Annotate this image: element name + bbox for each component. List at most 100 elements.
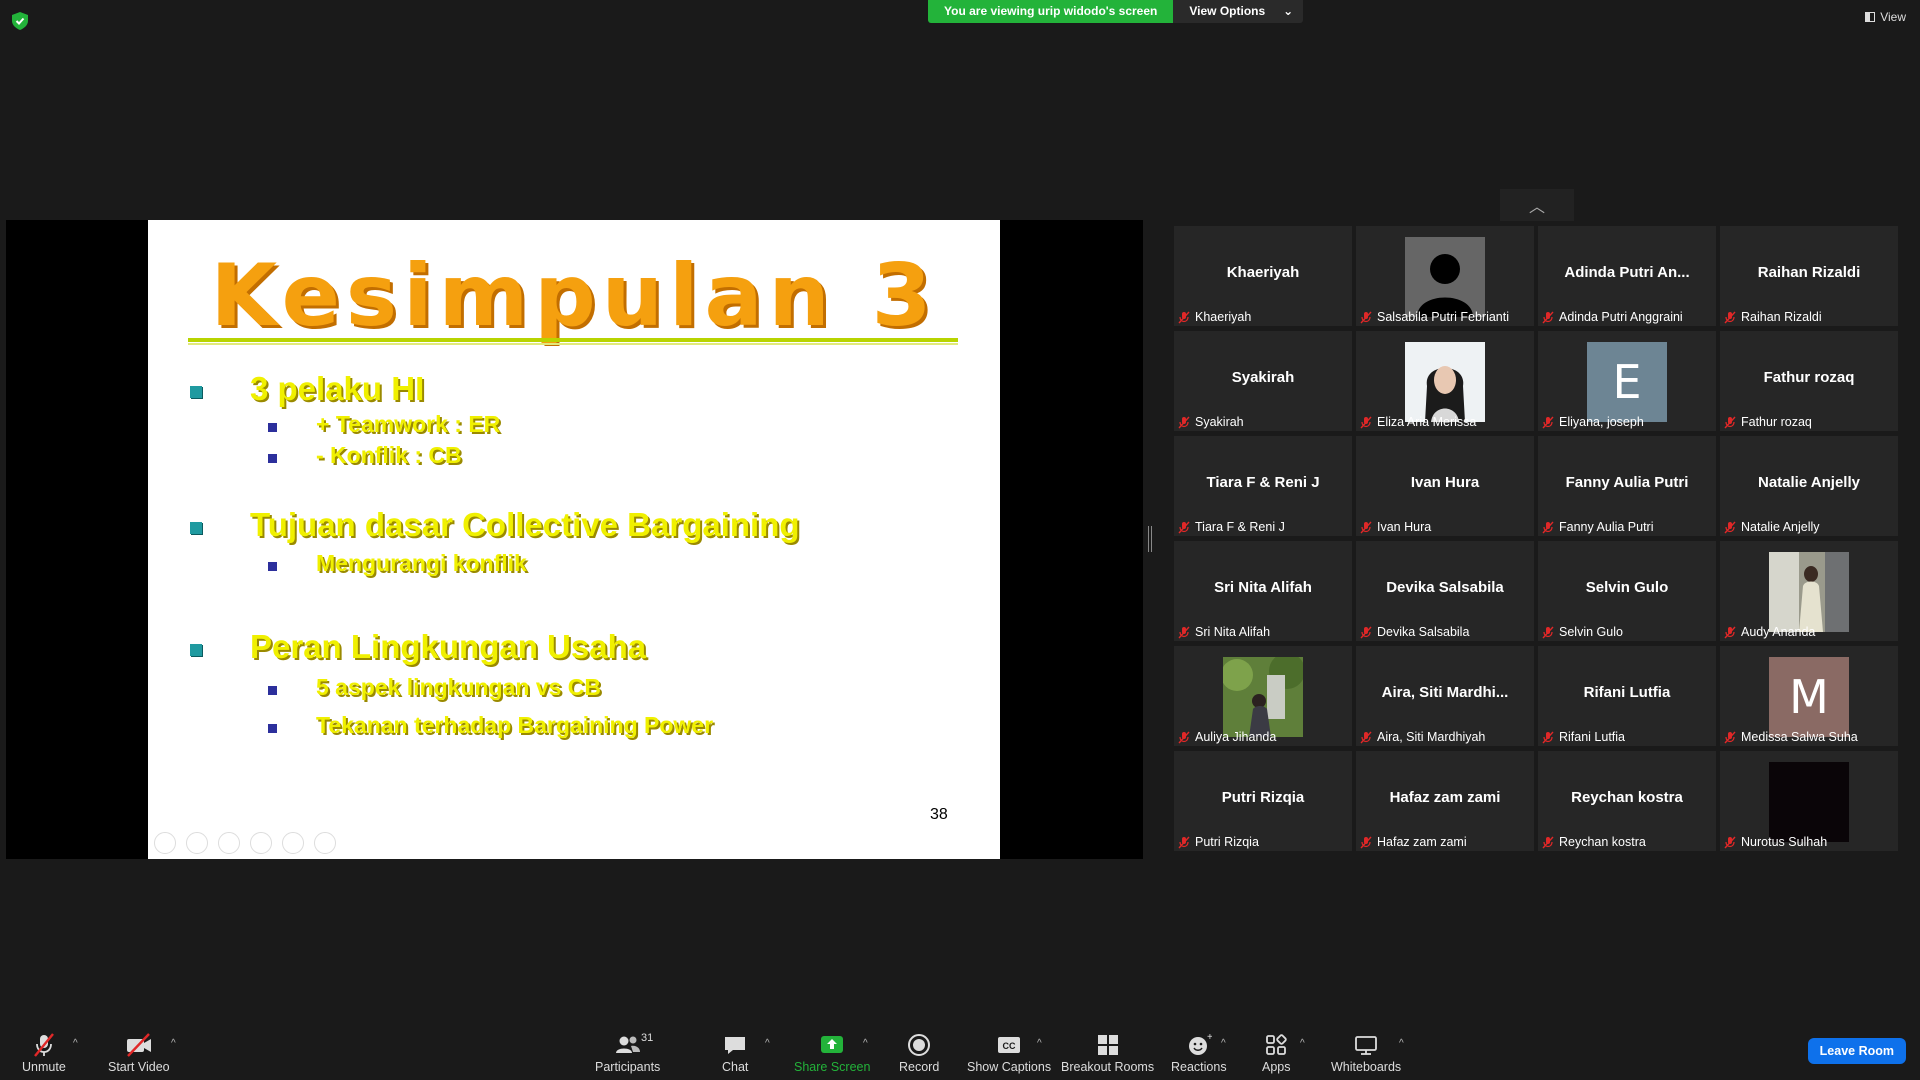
- avatar: M: [1769, 657, 1849, 737]
- participant-tile[interactable]: Devika Salsabila Devika Salsabila: [1356, 541, 1534, 641]
- participant-tile[interactable]: Audy Ananda: [1720, 541, 1898, 641]
- muted-mic-icon: [1178, 416, 1190, 428]
- chat-button[interactable]: Chat: [722, 1032, 748, 1074]
- participant-tile[interactable]: Eliza Aria Merissa: [1356, 331, 1534, 431]
- zoom-icon[interactable]: [282, 832, 304, 854]
- prev-slide-icon[interactable]: [154, 832, 176, 854]
- bullet-2-sub-1: Mengurangi konflik: [316, 550, 527, 576]
- share-options-caret[interactable]: ^: [863, 1038, 868, 1049]
- participant-tile[interactable]: Syakirah Syakirah: [1174, 331, 1352, 431]
- gallery-scroll-up-button[interactable]: ︿: [1500, 189, 1574, 221]
- split-resize-handle[interactable]: [1148, 526, 1152, 552]
- participant-display-name: Reychan kostra: [1571, 789, 1683, 806]
- apps-options-caret[interactable]: ^: [1300, 1038, 1305, 1049]
- leave-room-button[interactable]: Leave Room: [1807, 1038, 1906, 1064]
- participant-tile[interactable]: Salsabila Putri Febrianti: [1356, 226, 1534, 326]
- participant-name: Ivan Hura: [1377, 520, 1432, 534]
- more-icon[interactable]: [314, 832, 336, 854]
- participant-label: Medissa Salwa Suha: [1724, 730, 1858, 744]
- next-slide-icon[interactable]: [186, 832, 208, 854]
- captions-options-caret[interactable]: ^: [1037, 1038, 1042, 1049]
- smiley-plus-icon: +: [1188, 1032, 1212, 1055]
- participant-tile[interactable]: Tiara F & Reni J Tiara F & Reni J: [1174, 436, 1352, 536]
- record-button[interactable]: Record: [899, 1032, 939, 1074]
- view-options-label: View Options: [1189, 4, 1266, 18]
- participant-label: Fathur rozaq: [1724, 415, 1812, 429]
- participant-display-name: Putri Rizqia: [1221, 789, 1305, 806]
- participant-display-name: Aira, Siti Mardhi...: [1381, 684, 1509, 701]
- participant-name: Salsabila Putri Febrianti: [1377, 310, 1510, 324]
- participant-tile[interactable]: M Medissa Salwa Suha: [1720, 646, 1898, 746]
- bullet-3-sub-2: Tekanan terhadap Bargaining Power: [316, 712, 714, 738]
- video-thumbnail: [1769, 762, 1849, 842]
- muted-mic-icon: [1178, 836, 1190, 848]
- avatar-letter: E: [1612, 355, 1642, 409]
- participant-tile[interactable]: Natalie Anjelly Natalie Anjelly: [1720, 436, 1898, 536]
- participant-label: Rifani Lutfia: [1542, 730, 1625, 744]
- participant-tile[interactable]: Fanny Aulia Putri Fanny Aulia Putri: [1538, 436, 1716, 536]
- reactions-options-caret[interactable]: ^: [1221, 1038, 1226, 1049]
- muted-mic-icon: [1178, 731, 1190, 743]
- participant-label: Selvin Gulo: [1542, 625, 1623, 639]
- muted-mic-icon: [1360, 416, 1372, 428]
- chat-options-caret[interactable]: ^: [765, 1038, 770, 1049]
- video-options-caret[interactable]: ^: [171, 1038, 176, 1049]
- participant-tile[interactable]: Nurotus Sulhah: [1720, 751, 1898, 851]
- whiteboards-button[interactable]: Whiteboards: [1331, 1032, 1401, 1074]
- participant-name: Selvin Gulo: [1559, 625, 1623, 639]
- participant-tile[interactable]: Adinda Putri An... Adinda Putri Anggraini: [1538, 226, 1716, 326]
- view-layout-button[interactable]: View: [1865, 10, 1906, 24]
- participant-tile[interactable]: Hafaz zam zami Hafaz zam zami: [1356, 751, 1534, 851]
- participant-tile[interactable]: E Eliyana, joseph: [1538, 331, 1716, 431]
- participant-label: Tiara F & Reni J: [1178, 520, 1285, 534]
- muted-mic-icon: [1542, 626, 1554, 638]
- shield-icon[interactable]: [12, 12, 28, 30]
- breakout-rooms-button[interactable]: Breakout Rooms: [1061, 1032, 1154, 1074]
- apps-button[interactable]: Apps: [1262, 1032, 1291, 1074]
- record-label: Record: [899, 1060, 940, 1074]
- chevron-up-icon: ︿: [1528, 199, 1545, 216]
- participant-display-name: Fanny Aulia Putri: [1565, 474, 1689, 491]
- pen-icon[interactable]: [218, 832, 240, 854]
- participant-tile[interactable]: Raihan Rizaldi Raihan Rizaldi: [1720, 226, 1898, 326]
- profile-photo: [1405, 342, 1485, 422]
- participant-tile[interactable]: Sri Nita Alifah Sri Nita Alifah: [1174, 541, 1352, 641]
- participant-label: Aira, Siti Mardhiyah: [1360, 730, 1485, 744]
- muted-mic-icon: [1724, 626, 1736, 638]
- participant-tile[interactable]: Fathur rozaq Fathur rozaq: [1720, 331, 1898, 431]
- whiteboard-icon: [1355, 1036, 1377, 1055]
- participant-label: Salsabila Putri Febrianti: [1360, 310, 1509, 324]
- slides-icon[interactable]: [250, 832, 272, 854]
- participant-tile[interactable]: Putri Rizqia Putri Rizqia: [1174, 751, 1352, 851]
- participants-label: Participants: [595, 1060, 661, 1074]
- participant-tile[interactable]: Rifani Lutfia Rifani Lutfia: [1538, 646, 1716, 746]
- unmute-button[interactable]: Unmute: [22, 1032, 66, 1074]
- participant-tile[interactable]: Selvin Gulo Selvin Gulo: [1538, 541, 1716, 641]
- muted-mic-icon: [1542, 521, 1554, 533]
- whiteboards-options-caret[interactable]: ^: [1399, 1038, 1404, 1049]
- reactions-button[interactable]: + Reactions: [1171, 1032, 1227, 1074]
- muted-mic-icon: [1360, 626, 1372, 638]
- participant-label: Eliza Aria Merissa: [1360, 415, 1476, 429]
- participant-tile[interactable]: Auliya Jihanda: [1174, 646, 1352, 746]
- muted-mic-icon: [1724, 521, 1736, 533]
- sub-bullet-marker: [268, 454, 277, 463]
- view-options-button[interactable]: View Options ⌄: [1173, 0, 1304, 23]
- participant-label: Ivan Hura: [1360, 520, 1431, 534]
- unmute-label: Unmute: [22, 1060, 66, 1074]
- closed-captions-icon: CC: [998, 1037, 1021, 1053]
- audio-options-caret[interactable]: ^: [73, 1038, 78, 1049]
- participant-label: Raihan Rizaldi: [1724, 310, 1822, 324]
- meeting-toolbar: Unmute ^ Start Video ^ Participants 31 C…: [0, 1022, 1920, 1080]
- muted-mic-icon: [1178, 311, 1190, 323]
- participant-tile[interactable]: Aira, Siti Mardhi... Aira, Siti Mardhiyah: [1356, 646, 1534, 746]
- participant-tile[interactable]: Reychan kostra Reychan kostra: [1538, 751, 1716, 851]
- profile-photo: [1769, 552, 1849, 632]
- share-screen-button[interactable]: Share Screen: [794, 1032, 870, 1074]
- shared-screen[interactable]: Kesimpulan 3 3 pelaku HI + Teamwork : ER…: [6, 220, 1143, 859]
- participant-tile[interactable]: Khaeriyah Khaeriyah: [1174, 226, 1352, 326]
- participant-label: Hafaz zam zami: [1360, 835, 1467, 849]
- start-video-button[interactable]: Start Video: [108, 1032, 170, 1074]
- slide-page-number: 38: [930, 806, 948, 823]
- participant-tile[interactable]: Ivan Hura Ivan Hura: [1356, 436, 1534, 536]
